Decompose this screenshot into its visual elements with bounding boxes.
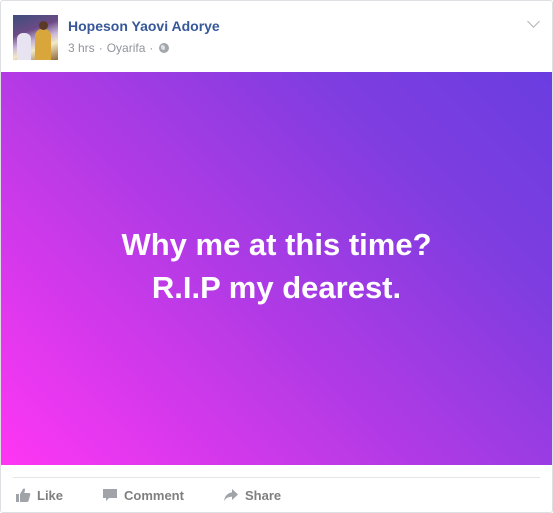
post-location[interactable]: Oyarifa bbox=[107, 41, 146, 55]
meta-separator: · bbox=[149, 41, 154, 55]
comment-label: Comment bbox=[124, 487, 184, 503]
post-card: Hopeson Yaovi Adorye 3 hrs · Oyarifa · W… bbox=[0, 0, 553, 513]
like-icon bbox=[15, 487, 31, 503]
comment-button[interactable]: Comment bbox=[102, 478, 184, 512]
share-button[interactable]: Share bbox=[223, 478, 281, 512]
share-icon bbox=[223, 487, 239, 503]
avatar-photo-detail bbox=[39, 21, 48, 30]
avatar-photo-detail bbox=[35, 29, 51, 60]
like-button[interactable]: Like bbox=[15, 478, 63, 512]
post-text-line: R.I.P my dearest. bbox=[151, 269, 402, 305]
post-text: Why me at this time? R.I.P my dearest. bbox=[121, 223, 431, 309]
post-background-text[interactable]: Why me at this time? R.I.P my dearest. bbox=[1, 72, 552, 465]
author-name-link[interactable]: Hopeson Yaovi Adorye bbox=[68, 18, 220, 34]
avatar[interactable] bbox=[13, 15, 58, 60]
avatar-photo-detail bbox=[17, 33, 31, 60]
post-timestamp[interactable]: 3 hrs bbox=[68, 41, 95, 55]
meta-separator: · bbox=[98, 41, 103, 55]
action-bar: Like Comment Share bbox=[1, 478, 552, 512]
globe-icon[interactable] bbox=[159, 43, 170, 53]
post-meta: 3 hrs · Oyarifa · bbox=[68, 41, 170, 55]
post-header: Hopeson Yaovi Adorye 3 hrs · Oyarifa · bbox=[1, 1, 552, 72]
chevron-down-icon[interactable] bbox=[527, 15, 540, 28]
post-text-line: Why me at this time? bbox=[121, 226, 432, 262]
comment-icon bbox=[102, 487, 118, 503]
like-label: Like bbox=[37, 487, 64, 503]
share-label: Share bbox=[245, 487, 282, 503]
